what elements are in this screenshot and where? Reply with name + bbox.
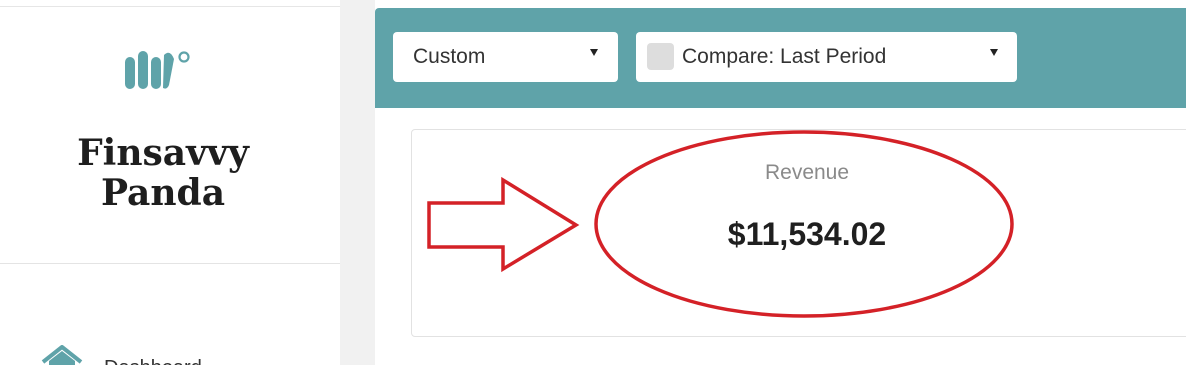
sidebar-gutter <box>340 0 375 365</box>
sidebar-item-dashboard[interactable]: Dashboard <box>40 343 202 365</box>
metric-label: Revenue <box>764 161 850 184</box>
revenue-card: Revenue $11,534.02 <box>411 129 1186 337</box>
app-page: Finsavvy Panda Dashboard Custom Compare:… <box>0 0 1186 365</box>
compare-value: Compare: Last Period <box>682 45 887 68</box>
chevron-down-icon <box>990 49 998 56</box>
brand-name: Finsavvy Panda <box>77 132 249 214</box>
compare-checkbox[interactable] <box>647 43 674 70</box>
date-range-value: Custom <box>413 45 486 68</box>
sidebar-item-label: Dashboard <box>104 357 202 365</box>
date-range-select[interactable]: Custom <box>393 32 618 82</box>
compare-select[interactable]: Compare: Last Period <box>636 32 1017 82</box>
sidebar-divider <box>0 263 340 264</box>
chevron-down-icon <box>590 49 598 56</box>
metric-value: $11,534.02 <box>727 216 887 252</box>
house-icon <box>41 345 83 365</box>
logo-mark-icon[interactable] <box>122 45 198 105</box>
filter-toolbar: Custom Compare: Last Period <box>375 8 1186 108</box>
sidebar: Finsavvy Panda Dashboard <box>0 7 340 365</box>
main-content: Revenue $11,534.02 <box>375 108 1186 365</box>
